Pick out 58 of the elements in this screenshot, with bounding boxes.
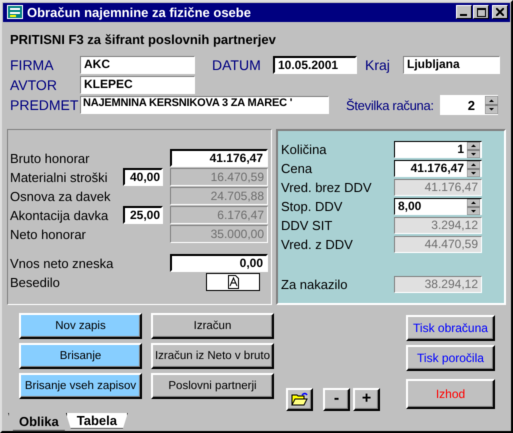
field-label: FIRMA <box>9 57 55 73</box>
spinner-arrows-icon <box>485 96 498 114</box>
field-label: Za nakazilo <box>281 276 348 292</box>
field-label: Neto honorar <box>10 226 87 242</box>
document-icon <box>226 275 240 289</box>
hint-text: PRITISNI F3 za šifrant poslovnih partnerjev <box>10 32 277 46</box>
field-label: Vnos neto zneska <box>10 256 114 270</box>
input-field[interactable]: AKC <box>80 56 195 74</box>
action-button[interactable]: Izračun iz Neto v bruto <box>151 342 274 368</box>
field-label: Cena <box>281 160 314 176</box>
step-button[interactable]: - <box>323 388 350 410</box>
minimize-button[interactable] <box>456 5 472 20</box>
field-label: Besedilo <box>10 274 61 290</box>
field-label: Številka računa: <box>345 98 435 112</box>
maximize-button[interactable] <box>473 5 489 20</box>
field-label: AVTOR <box>9 77 58 93</box>
action-button[interactable]: Nov zapis <box>19 312 142 338</box>
field-label: Bruto honorar <box>10 150 90 166</box>
folder-icon <box>290 392 308 406</box>
field-label: PREDMET <box>9 97 80 113</box>
action-button[interactable]: Izračun <box>151 312 274 338</box>
field-label: DATUM <box>211 57 262 73</box>
field-label: Količina <box>281 142 328 156</box>
amount-field[interactable]: 0,00 <box>170 254 268 272</box>
field-label: DDV SIT <box>281 218 334 232</box>
action-button[interactable]: Poslovni partnerji <box>151 372 274 398</box>
field-label: Akontacija davka <box>10 208 110 222</box>
number-spinner[interactable]: 41.176,47 <box>394 160 482 176</box>
number-spinner[interactable]: 2 <box>440 95 498 115</box>
spinner-arrows-icon <box>467 160 480 176</box>
field-label: Stop. DDV <box>281 198 344 214</box>
field-label: Osnova za davek <box>10 188 112 204</box>
close-button[interactable] <box>492 5 508 20</box>
window-title: Obračun najemnine za fizične osebe <box>27 4 252 20</box>
input-field[interactable]: NAJEMNINA KERSNIKOVA 3 ZA MAREC ' <box>80 96 329 114</box>
date-field[interactable]: 10.05.2001 <box>273 56 357 74</box>
action-button[interactable]: Tisk poročila <box>406 344 495 370</box>
field-label: Vred. brez DDV <box>281 180 373 194</box>
action-button[interactable]: Tisk obračuna <box>406 314 495 340</box>
spinner-arrows-icon <box>467 142 480 158</box>
action-button[interactable]: Brisanje vseh zapisov <box>19 372 142 398</box>
open-button[interactable] <box>286 388 313 410</box>
action-button[interactable]: Brisanje <box>19 342 142 368</box>
amount-field[interactable]: 41.176,47 <box>170 149 268 167</box>
step-button[interactable]: + <box>353 388 380 410</box>
text-button[interactable] <box>206 273 260 291</box>
number-spinner[interactable]: 1 <box>394 140 482 158</box>
maximize-icon <box>476 8 486 17</box>
tab[interactable]: Tabela <box>66 412 128 428</box>
close-icon <box>496 8 504 16</box>
spinner-arrows-icon <box>467 198 480 214</box>
input-field[interactable]: KLEPEC <box>80 76 195 94</box>
field-label: Materialni stroški <box>10 170 109 184</box>
input-field[interactable]: Ljubljana <box>403 56 500 74</box>
field-label: Kraj <box>364 57 391 73</box>
field-label: Vred. z DDV <box>281 236 354 252</box>
number-spinner[interactable]: 8,00 <box>394 198 482 214</box>
form-icon <box>7 5 23 20</box>
